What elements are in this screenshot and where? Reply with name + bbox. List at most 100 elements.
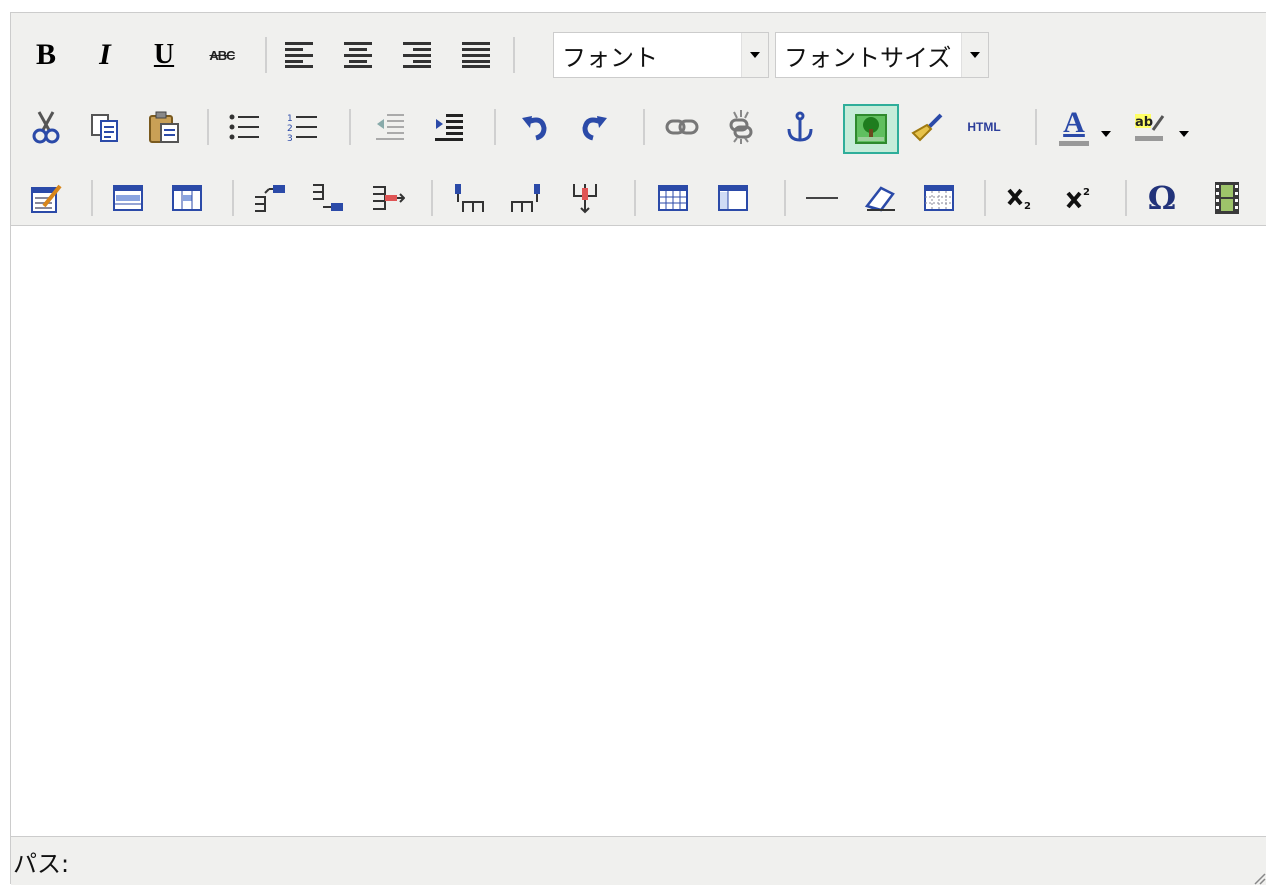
insert-image-button[interactable] [843,104,899,154]
numbered-list-button[interactable]: 123 [279,105,325,149]
row-properties-button[interactable] [105,176,151,220]
text-color-letter: A [1063,105,1085,139]
insert-row-after-button[interactable] [305,176,351,220]
toolbar-separator [91,180,93,216]
copy-button[interactable] [82,105,128,149]
strikethrough-button[interactable]: ABC [199,33,245,77]
editor-content-area[interactable] [11,226,1266,836]
chevron-down-icon[interactable] [961,33,988,77]
bullet-list-button[interactable] [221,105,267,149]
toolbar-area: B I U ABC フォント フォントサイズ 1 2 3 HTML A ab 2… [11,13,1266,226]
row-before-icon [255,185,285,212]
paste-button[interactable] [141,105,187,149]
align-justify-icon [462,42,490,68]
delete-col-button[interactable] [562,176,608,220]
toolbar-separator [265,37,267,73]
unlink-icon [729,110,753,144]
align-justify-button[interactable] [453,33,499,77]
visual-aid-icon [924,185,954,211]
redo-button[interactable] [571,105,617,149]
insert-col-after-button[interactable] [504,176,550,220]
svg-text:2: 2 [287,124,293,134]
text-color-icon: A [1059,105,1089,146]
text-color-dropdown[interactable] [1095,119,1117,149]
toolbar-separator [349,109,351,145]
cell-props-icon [172,185,202,211]
text-color-button[interactable]: A [1051,105,1097,149]
row-props-icon [113,185,143,211]
insert-col-before-button[interactable] [445,176,491,220]
link-button[interactable] [659,105,705,149]
font-size-select[interactable]: フォントサイズ [775,32,989,78]
undo-icon [522,116,547,141]
table-edit-icon [31,184,62,213]
underline-button[interactable]: U [141,33,187,77]
delete-col-icon [573,184,597,214]
special-char-button[interactable]: Ω [1139,176,1185,220]
bold-button[interactable]: B [23,33,69,77]
table-button[interactable] [23,176,69,220]
row-after-icon [313,184,343,211]
align-right-icon [403,42,431,68]
indent-button[interactable] [426,105,472,149]
chevron-down-icon [1101,130,1111,137]
toolbar-separator [634,180,636,216]
svg-text:ab: ab [1135,115,1153,130]
superscript-button[interactable]: 2 [1057,176,1103,220]
insert-row-before-button[interactable] [247,176,293,220]
unlink-button[interactable] [718,105,764,149]
svg-text:2: 2 [1024,201,1031,211]
col-after-icon [511,184,540,212]
italic-button[interactable]: I [82,33,128,77]
font-family-select[interactable]: フォント [553,32,769,78]
html-source-button[interactable]: HTML [961,105,1007,149]
remove-format-button[interactable] [857,176,903,220]
anchor-icon [787,111,813,142]
outdent-button[interactable] [367,105,413,149]
italic-icon: I [99,38,111,71]
copy-icon [91,114,118,142]
subscript-icon: 2 [1007,188,1031,211]
highlight-color-button[interactable]: ab [1126,105,1172,149]
undo-button[interactable] [512,105,558,149]
font-family-value: フォント [562,43,658,72]
delete-row-icon [373,186,405,210]
split-cells-icon [658,185,688,211]
align-center-button[interactable] [335,33,381,77]
delete-row-button[interactable] [365,176,411,220]
toolbar-separator [1125,180,1127,216]
merge-cells-button[interactable] [710,176,756,220]
cut-button[interactable] [23,105,69,149]
scissors-icon [32,111,60,144]
underline-icon: U [153,39,175,70]
image-icon [855,114,887,144]
anchor-button[interactable] [777,105,823,149]
cell-properties-button[interactable] [164,176,210,220]
toolbar-separator [232,180,234,216]
outdent-icon [376,114,404,140]
toolbar-separator [643,109,645,145]
highlighter-icon: ab [1135,114,1165,141]
film-icon [1215,182,1239,214]
toolbar-separator [494,109,496,145]
highlight-color-dropdown[interactable] [1173,119,1195,149]
statusbar: パス: [11,836,1266,885]
split-cells-button[interactable] [650,176,696,220]
horizontal-rule-button[interactable] [799,176,845,220]
visual-aid-button[interactable] [916,176,962,220]
resize-grip-icon[interactable] [1252,871,1266,885]
align-right-button[interactable] [394,33,440,77]
clipboard-icon [149,111,179,143]
subscript-button[interactable]: 2 [998,176,1044,220]
align-left-button[interactable] [276,33,322,77]
toolbar-separator [984,180,986,216]
cleanup-button[interactable] [904,105,950,149]
chevron-down-icon[interactable] [741,33,768,77]
toolbar-separator [1035,109,1037,145]
svg-text:2: 2 [1083,187,1090,198]
insert-media-button[interactable] [1204,176,1250,220]
omega-icon: Ω [1147,179,1177,217]
font-size-value: フォントサイズ [784,43,952,72]
align-left-icon [285,42,313,68]
toolbar-separator [207,109,209,145]
